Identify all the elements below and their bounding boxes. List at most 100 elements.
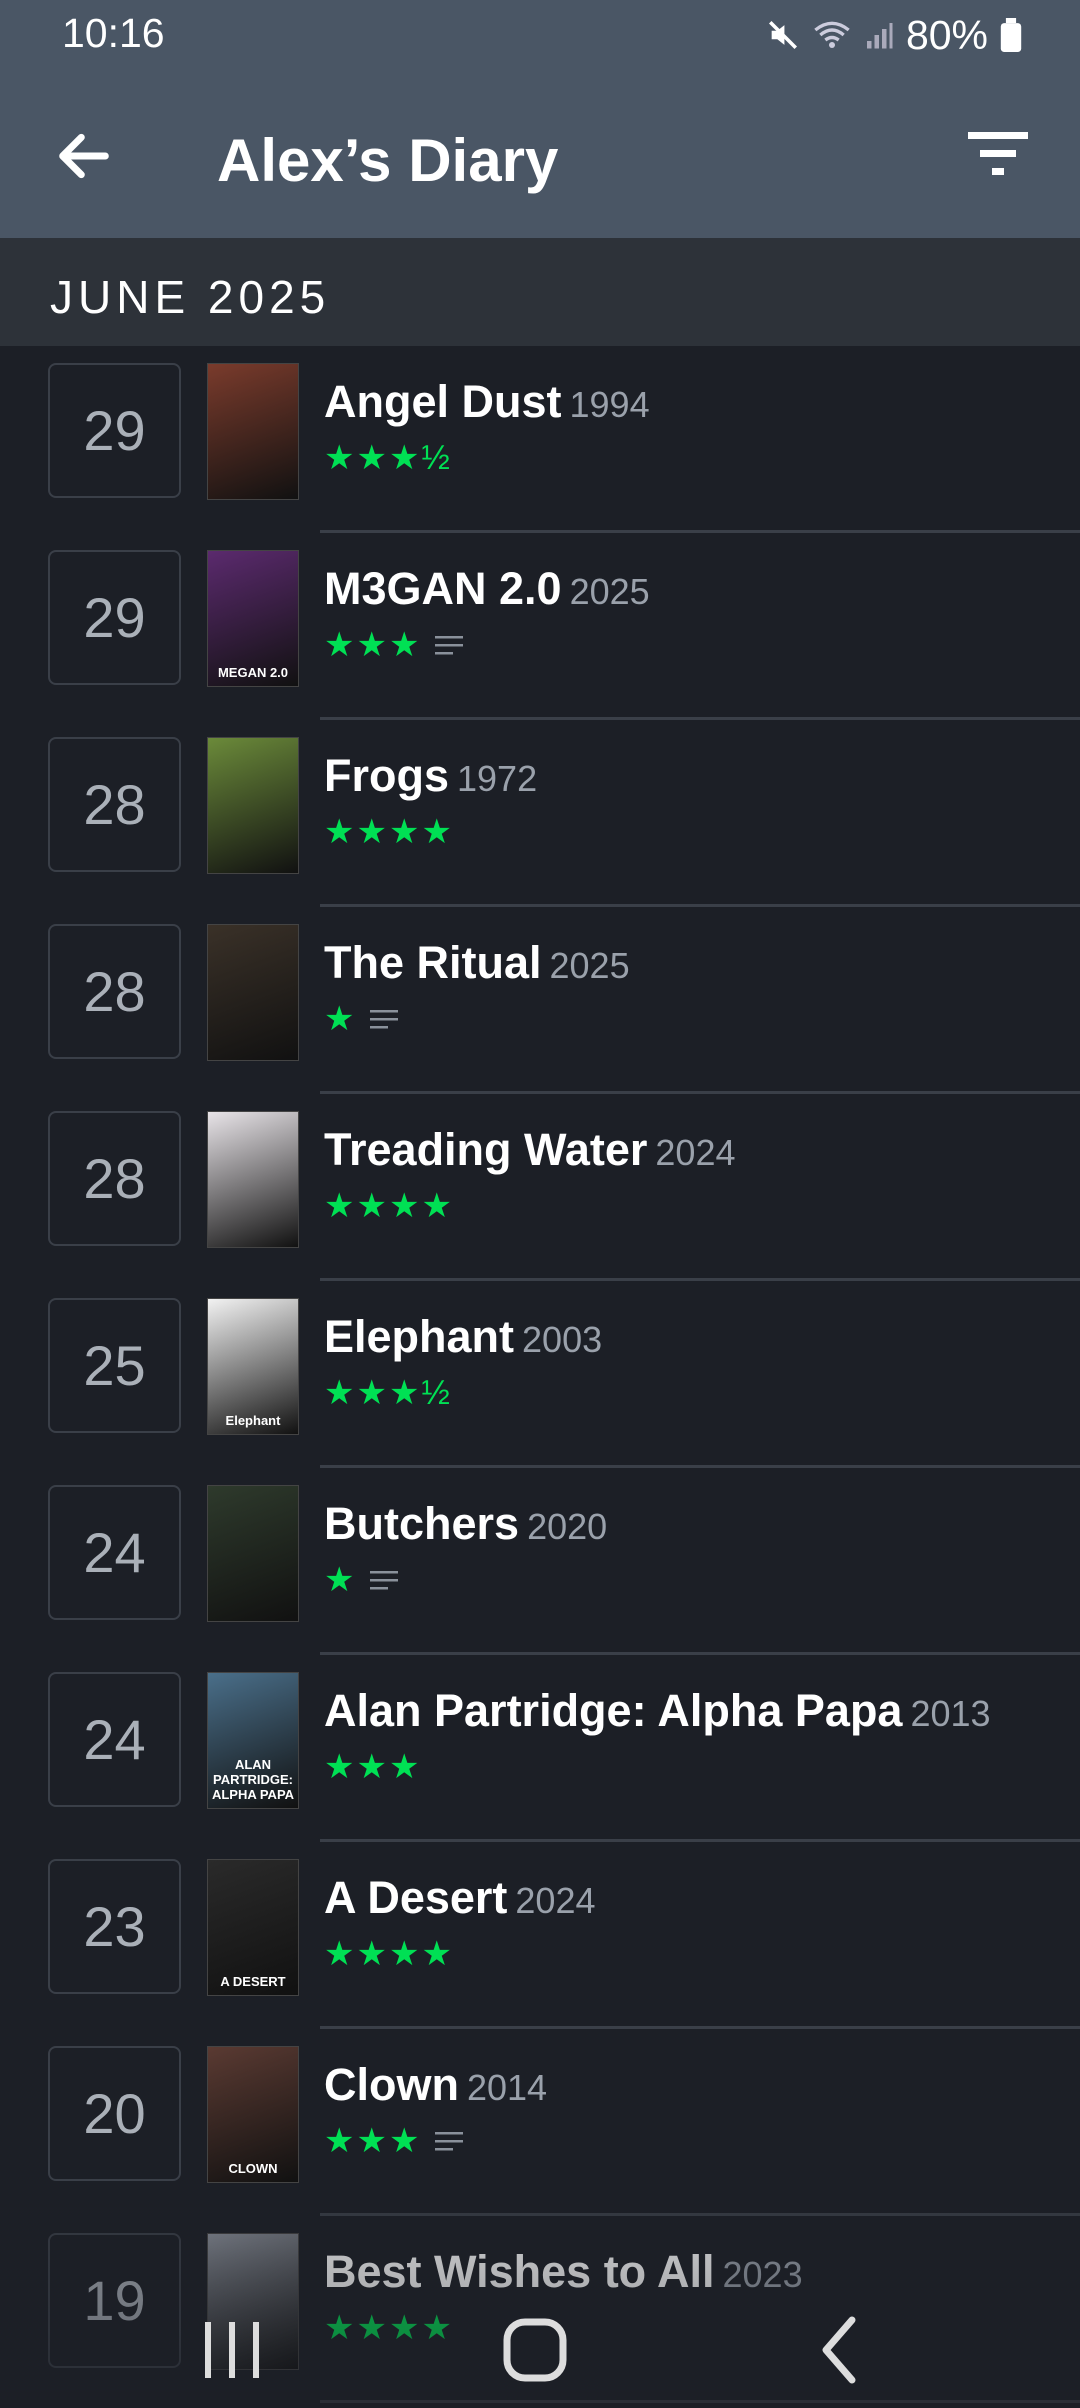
diary-entry-row[interactable]: 24 Butchers 2020 ★	[0, 1468, 1080, 1655]
film-poster[interactable]: ALAN PARTRIDGE: ALPHA PAPA	[207, 1672, 299, 1809]
poster-text: MEGAN 2.0	[217, 665, 289, 680]
poster-text: A DESERT	[220, 1974, 286, 1989]
diary-entry-row[interactable]: 29 Angel Dust 1994 ★★★½	[0, 346, 1080, 533]
review-lines-icon	[435, 2132, 464, 2151]
entry-meta: ★★★	[324, 1747, 421, 1787]
entry-meta: ★★★	[324, 2121, 464, 2161]
film-title: Alan Partridge: Alpha Papa	[324, 1685, 903, 1736]
star-rating: ★★★★	[324, 813, 454, 851]
recent-apps-icon[interactable]	[193, 2310, 273, 2390]
entry-day: 28	[48, 737, 181, 872]
entry-day: 28	[48, 924, 181, 1059]
diary-entry-row[interactable]: 28 Frogs 1972 ★★★★	[0, 720, 1080, 907]
diary-entry-row[interactable]: 28 The Ritual 2025 ★	[0, 907, 1080, 1094]
star-rating: ★★★½	[324, 1374, 452, 1412]
entry-meta: ★★★★	[324, 1186, 454, 1226]
status-bar: 10:16 80%	[0, 0, 1080, 70]
month-section-header: JUNE 2025	[0, 238, 1080, 346]
entry-meta: ★★★★	[324, 1934, 454, 1974]
film-year: 2020	[527, 1506, 608, 1547]
diary-entry-row[interactable]: 29 MEGAN 2.0 M3GAN 2.0 2025 ★★★	[0, 533, 1080, 720]
entry-day: 29	[48, 363, 181, 498]
entry-day: 23	[48, 1859, 181, 1994]
film-line: Angel Dust 1994	[324, 376, 650, 428]
film-year: 2025	[569, 571, 650, 612]
app-bar: Alex’s Diary	[0, 70, 1080, 238]
system-nav-bar	[0, 2290, 1080, 2408]
status-time: 10:16	[62, 10, 165, 56]
film-title: M3GAN 2.0	[324, 563, 562, 614]
battery-percent: 80%	[905, 11, 988, 58]
film-line: Frogs 1972	[324, 750, 537, 802]
diary-list: 29 Angel Dust 1994 ★★★½ 29 MEGAN 2.0 M3GAN 2.0…	[0, 346, 1080, 2403]
film-title: Frogs	[324, 750, 450, 801]
film-title: Butchers	[324, 1498, 520, 1549]
diary-entry-row[interactable]: 20 CLOWN Clown 2014 ★★★	[0, 2029, 1080, 2216]
page-title: Alex’s Diary	[217, 127, 559, 194]
film-poster[interactable]	[207, 1111, 299, 1248]
entry-day: 29	[48, 550, 181, 685]
entry-meta: ★★★	[324, 625, 464, 665]
film-year: 1994	[569, 384, 650, 425]
poster-text: CLOWN	[228, 2161, 278, 2176]
signal-icon	[866, 23, 893, 49]
entry-day: 28	[48, 1111, 181, 1246]
entry-meta: ★	[324, 1560, 399, 1600]
film-year: 2024	[655, 1132, 736, 1173]
film-poster[interactable]	[207, 924, 299, 1061]
film-title: A Desert	[324, 1872, 508, 1923]
entry-meta: ★★★½	[324, 1373, 452, 1413]
film-year: 2013	[910, 1693, 991, 1734]
star-rating: ★★★★	[324, 1935, 454, 1973]
film-year: 2025	[549, 945, 630, 986]
film-line: A Desert 2024	[324, 1872, 596, 1924]
entry-day: 20	[48, 2046, 181, 2181]
back-arrow-icon[interactable]	[52, 124, 116, 188]
star-rating: ★★★★	[324, 1187, 454, 1225]
film-poster[interactable]: MEGAN 2.0	[207, 550, 299, 687]
film-title: Elephant	[324, 1311, 515, 1362]
diary-entry-row[interactable]: 28 Treading Water 2024 ★★★★	[0, 1094, 1080, 1281]
film-line: Treading Water 2024	[324, 1124, 736, 1176]
film-line: Clown 2014	[324, 2059, 547, 2111]
film-year: 1972	[457, 758, 538, 799]
star-rating: ★	[324, 1000, 357, 1038]
film-line: Butchers 2020	[324, 1498, 607, 1550]
home-icon[interactable]	[495, 2310, 575, 2390]
mute-icon	[768, 20, 797, 50]
film-year: 2024	[515, 1880, 596, 1921]
star-rating: ★★★	[324, 1748, 422, 1786]
film-poster[interactable]	[207, 1485, 299, 1622]
film-poster[interactable]	[207, 737, 299, 874]
star-rating: ★★★	[324, 626, 422, 664]
diary-entry-row[interactable]: 25 Elephant Elephant 2003 ★★★½	[0, 1281, 1080, 1468]
film-poster[interactable]: Elephant	[207, 1298, 299, 1435]
star-rating: ★★★½	[324, 439, 452, 477]
status-icons: 80%	[766, 10, 1022, 60]
film-poster[interactable]: CLOWN	[207, 2046, 299, 2183]
film-poster[interactable]	[207, 363, 299, 500]
entry-meta: ★★★½	[324, 438, 452, 478]
entry-day: 24	[48, 1485, 181, 1620]
film-year: 2003	[522, 1319, 603, 1360]
film-title: Treading Water	[324, 1124, 648, 1175]
entry-meta: ★★★★	[324, 812, 454, 852]
film-title: The Ritual	[324, 937, 542, 988]
film-year: 2014	[466, 2067, 548, 2108]
film-line: M3GAN 2.0 2025	[324, 563, 650, 615]
film-line: Elephant 2003	[324, 1311, 602, 1363]
battery-icon	[1000, 18, 1022, 52]
film-poster[interactable]: A DESERT	[207, 1859, 299, 1996]
entry-day: 25	[48, 1298, 181, 1433]
wifi-icon	[814, 21, 850, 48]
star-rating: ★★★	[324, 2122, 422, 2160]
diary-entry-row[interactable]: 24 ALAN PARTRIDGE: ALPHA PAPA Alan Partrid…	[0, 1655, 1080, 1842]
filter-icon[interactable]	[968, 128, 1028, 180]
film-line: Alan Partridge: Alpha Papa 2013	[324, 1685, 991, 1737]
poster-text: Elephant	[225, 1413, 281, 1428]
back-nav-icon[interactable]	[800, 2310, 880, 2390]
diary-entry-row[interactable]: 23 A DESERT A Desert 2024 ★★★★	[0, 1842, 1080, 2029]
review-lines-icon	[370, 1010, 399, 1029]
film-title: Angel Dust	[324, 376, 562, 427]
entry-meta: ★	[324, 999, 399, 1039]
